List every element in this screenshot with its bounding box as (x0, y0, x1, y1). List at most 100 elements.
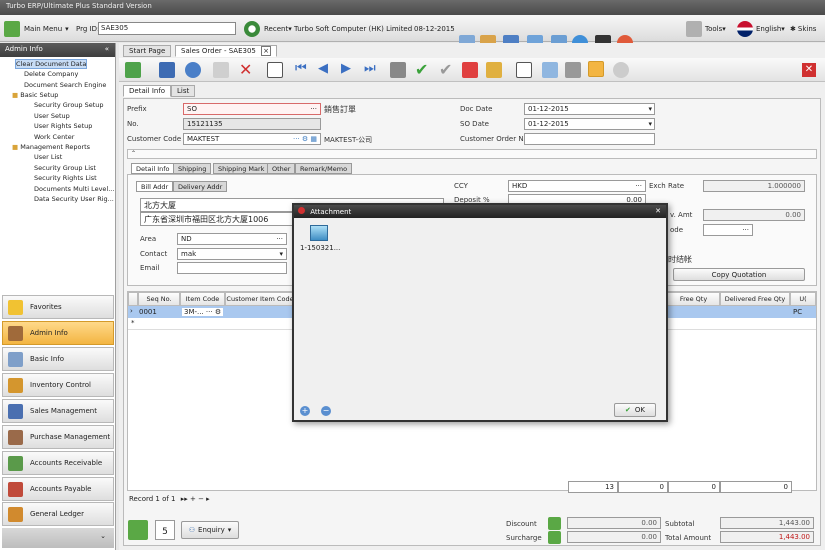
new-icon[interactable] (125, 62, 141, 78)
email-input[interactable] (177, 262, 287, 274)
nav-accounts-receivable[interactable]: Accounts Receivable (2, 451, 114, 475)
refresh-icon[interactable] (185, 62, 201, 78)
tree-item-data-security-user-rights[interactable]: Data Security User Rig... (34, 195, 114, 203)
tab-detail-info[interactable]: Detail Info (123, 85, 172, 97)
prg-id-input[interactable]: SAE305 (98, 22, 236, 35)
ccy-input[interactable]: HKD ··· (508, 180, 646, 192)
subtab-shipping[interactable]: Shipping (173, 163, 212, 174)
chevron-down-icon[interactable]: ▾ (279, 250, 283, 258)
tree-item-security-group-setup[interactable]: Security Group Setup (34, 101, 104, 109)
subtab-shipping-mark[interactable]: Shipping Mark (213, 163, 270, 174)
tree-item-delete-company[interactable]: Delete Company (24, 70, 78, 78)
nav-sales-management[interactable]: Sales Management (2, 399, 114, 423)
customer-order-input[interactable] (524, 133, 655, 145)
collapse-icon[interactable]: « (105, 45, 109, 53)
lookup-icon[interactable]: ··· ⚙ ▦ (293, 135, 317, 143)
tab-bill-addr[interactable]: Bill Addr (136, 181, 174, 192)
remove-attachment-icon[interactable]: − (321, 406, 331, 416)
customer-code-input[interactable]: MAKTEST ··· ⚙ ▦ (183, 133, 321, 145)
tree-item-security-group-list[interactable]: Security Group List (34, 164, 96, 172)
tab-start-page[interactable]: Start Page (123, 45, 172, 57)
cell-seq[interactable]: 0001 (139, 308, 157, 316)
tree-folder-management-reports[interactable]: ■ Management Reports (12, 143, 90, 151)
approve-icon[interactable]: ✔ (415, 60, 428, 79)
enquiry-button[interactable]: ⚇ Enquiry ▾ (181, 521, 239, 539)
tab-list[interactable]: List (171, 85, 196, 97)
lookup-icon[interactable]: ··· (310, 105, 317, 113)
tree-item-work-center[interactable]: Work Center (34, 133, 74, 141)
tree-item-document-search-engine[interactable]: Document Search Engine (24, 81, 106, 89)
nav-favorites[interactable]: Favorites (2, 295, 114, 319)
nav-inventory-control[interactable]: Inventory Control (2, 373, 114, 397)
grid-header-seq[interactable]: Seq No. (138, 292, 180, 306)
grid-header-item-code[interactable]: Item Code (180, 292, 225, 306)
edit-icon[interactable] (213, 62, 229, 78)
preview-icon[interactable] (542, 62, 558, 78)
unapprove-icon[interactable]: ✔ (439, 60, 452, 79)
collapse-bar[interactable]: ⌃ (127, 149, 817, 159)
nav-purchase-management[interactable]: Purchase Management (2, 425, 114, 449)
copy-quotation-button[interactable]: Copy Quotation (673, 268, 805, 281)
printer-icon[interactable] (565, 62, 581, 78)
tree-item-user-rights-setup[interactable]: User Rights Setup (34, 122, 92, 130)
search-icon[interactable] (486, 62, 502, 78)
area-input[interactable]: ND ··· (177, 233, 287, 245)
tree-item-user-setup[interactable]: User Setup (34, 112, 70, 120)
clear-icon[interactable] (390, 62, 406, 78)
lookup-icon[interactable]: ··· (742, 226, 749, 234)
chevron-down-icon[interactable]: ▾ (648, 120, 652, 128)
previous-record-icon[interactable]: ◀ (318, 61, 328, 76)
language-button[interactable]: English ▾ (737, 20, 785, 37)
money-icon[interactable] (128, 520, 148, 540)
grid-header-uom[interactable]: U( (790, 292, 816, 306)
nav-admin-info[interactable]: Admin Info (2, 321, 114, 345)
cell-item-code[interactable]: 3M-... ··· ⚙ (182, 308, 224, 316)
subtab-detail-info[interactable]: Detail Info (131, 163, 175, 174)
lookup-icon[interactable]: ··· (276, 235, 283, 243)
so-date-input[interactable]: 01-12-2015 ▾ (524, 118, 655, 130)
discount-icon[interactable] (548, 517, 561, 530)
calendar-icon[interactable]: 5 (155, 520, 175, 540)
prefix-input[interactable]: SO ··· (183, 103, 321, 115)
attachment-icon[interactable] (588, 61, 604, 77)
code-input[interactable]: ··· (703, 224, 753, 236)
lookup-icon[interactable]: ··· (635, 182, 642, 190)
nav-basic-info[interactable]: Basic Info (2, 347, 114, 371)
close-tab-icon[interactable]: × (261, 46, 271, 56)
add-attachment-icon[interactable]: + (300, 406, 310, 416)
grid-header-free-qty[interactable]: Free Qty (667, 292, 720, 306)
nav-overflow-bar[interactable]: ⌄ (2, 528, 114, 548)
grid-header-delivered-free-qty[interactable]: Delivered Free Qty (720, 292, 790, 306)
cell-uom[interactable]: PC (793, 308, 802, 316)
image-file-icon[interactable] (310, 225, 328, 241)
tree-item-clear-document-data[interactable]: Clear Document Data (15, 59, 88, 69)
chevron-down-icon[interactable]: ▾ (648, 105, 652, 113)
next-record-icon[interactable]: ▶ (341, 61, 351, 76)
ok-button[interactable]: ✔ OK (614, 403, 656, 417)
delete-icon[interactable]: ✕ (239, 60, 252, 79)
nav-general-ledger[interactable]: General Ledger (2, 502, 114, 526)
tree-item-user-list[interactable]: User List (34, 153, 62, 161)
subtab-other[interactable]: Other (267, 163, 296, 174)
save-icon[interactable] (159, 62, 175, 78)
recent-button[interactable]: Recent ▾ (244, 20, 292, 37)
record-nav-buttons[interactable]: ▸▸ + − ▸ (181, 495, 210, 503)
first-record-icon[interactable]: ⏮ (295, 61, 307, 76)
copy-icon[interactable] (516, 62, 532, 78)
void-icon[interactable] (462, 62, 478, 78)
close-icon[interactable]: ✕ (655, 207, 661, 215)
last-record-icon[interactable]: ⏭ (364, 61, 376, 76)
grid-header-customer-item-code[interactable]: Customer Item Code (225, 292, 295, 306)
tree-folder-basic-setup[interactable]: ■ Basic Setup (12, 91, 58, 99)
surcharge-icon[interactable] (548, 531, 561, 544)
record-navigator[interactable]: Record 1 of 1 ▸▸ + − ▸ (129, 495, 210, 503)
main-menu-button[interactable]: Main Menu ▾ (4, 20, 69, 37)
tools-button[interactable]: Tools ▾ (686, 20, 726, 37)
nav-accounts-payable[interactable]: Accounts Payable (2, 477, 114, 501)
tab-sales-order[interactable]: Sales Order - SAE305 × (175, 45, 277, 57)
close-icon[interactable]: ✕ (802, 63, 816, 77)
skins-button[interactable]: ✱ Skins (790, 20, 816, 37)
tab-delivery-addr[interactable]: Delivery Addr (173, 181, 228, 192)
doc-date-input[interactable]: 01-12-2015 ▾ (524, 103, 655, 115)
tree-item-documents-multi-level[interactable]: Documents Multi Level... (34, 185, 114, 193)
